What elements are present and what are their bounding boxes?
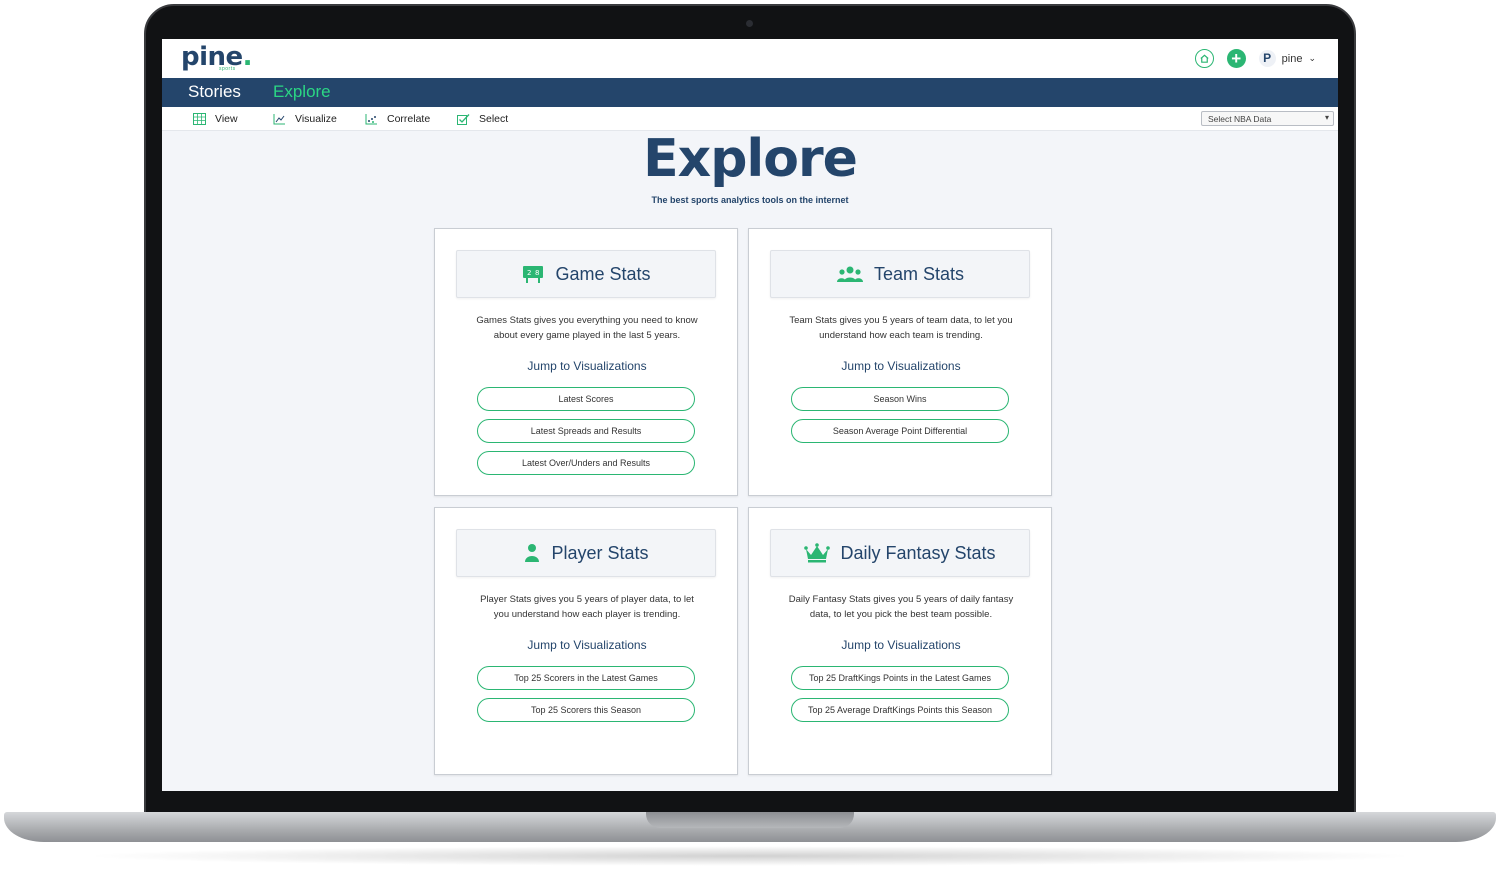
- subnav-view[interactable]: View: [193, 113, 238, 125]
- card-game-stats: 28 Game Stats Games Stats gives you ever…: [434, 228, 738, 496]
- svg-text:2: 2: [527, 269, 531, 277]
- latest-spreads-button[interactable]: Latest Spreads and Results: [477, 419, 695, 443]
- card-jump-heading: Jump to Visualizations: [841, 359, 961, 373]
- latest-over-unders-button[interactable]: Latest Over/Unders and Results: [477, 451, 695, 475]
- laptop-notch: [646, 812, 854, 828]
- logo[interactable]: pine.: [181, 42, 253, 72]
- user-name: pine: [1281, 52, 1303, 65]
- top-actions: + P pine ⌄: [1194, 49, 1316, 68]
- laptop-frame: pine. sports + P pine ⌄ Stories Explore: [0, 0, 1500, 874]
- nba-data-select[interactable]: Select NBA Data ▾: [1201, 111, 1334, 126]
- page-subtitle: The best sports analytics tools on the i…: [651, 195, 849, 205]
- top-scorers-season-button[interactable]: Top 25 Scorers this Season: [477, 698, 695, 722]
- top-scorers-latest-button[interactable]: Top 25 Scorers in the Latest Games: [477, 666, 695, 690]
- card-title: Team Stats: [873, 263, 965, 284]
- scatter-icon: [365, 114, 377, 125]
- check-icon: [457, 114, 470, 125]
- person-icon: [525, 544, 540, 562]
- card-description: Team Stats gives you 5 years of team dat…: [789, 315, 1013, 341]
- subnav-correlate[interactable]: Correlate: [365, 113, 430, 125]
- chevron-down-icon: ⌄: [1308, 53, 1316, 63]
- sub-nav: View Visualize Correlate Select Select N…: [162, 107, 1338, 131]
- chevron-down-icon: ▾: [1324, 113, 1329, 122]
- subnav-select[interactable]: Select: [457, 113, 508, 125]
- card-title: Player Stats: [551, 542, 649, 563]
- card-header[interactable]: Player Stats: [456, 529, 716, 577]
- card-title: Game Stats: [555, 263, 651, 284]
- card-header[interactable]: Daily Fantasy Stats: [770, 529, 1030, 577]
- chart-icon: [273, 114, 285, 125]
- home-icon[interactable]: [1194, 49, 1214, 68]
- svg-text:8: 8: [535, 269, 539, 277]
- logo-subtitle: sports: [219, 66, 236, 72]
- camera: [746, 20, 753, 27]
- card-team-stats: Team Stats Team Stats gives you 5 years …: [748, 228, 1052, 496]
- card-daily-fantasy-stats: Daily Fantasy Stats Daily Fantasy Stats …: [748, 507, 1052, 775]
- card-title: Daily Fantasy Stats: [840, 542, 996, 563]
- card-description: Games Stats gives you everything you nee…: [476, 315, 698, 341]
- nav-stories[interactable]: Stories: [188, 82, 241, 102]
- screen: pine. sports + P pine ⌄ Stories Explore: [162, 39, 1338, 791]
- top-draftkings-latest-button[interactable]: Top 25 DraftKings Points in the Latest G…: [791, 666, 1009, 690]
- card-header[interactable]: Team Stats: [770, 250, 1030, 298]
- avatar: P: [1258, 50, 1276, 67]
- team-icon: [836, 266, 863, 282]
- user-menu[interactable]: P pine ⌄: [1258, 50, 1316, 67]
- nav-explore[interactable]: Explore: [273, 82, 331, 102]
- add-icon[interactable]: +: [1226, 49, 1246, 68]
- top-draftkings-season-button[interactable]: Top 25 Average DraftKings Points this Se…: [791, 698, 1009, 722]
- main-nav: Stories Explore: [162, 78, 1338, 107]
- latest-scores-button[interactable]: Latest Scores: [477, 387, 695, 411]
- card-player-stats: Player Stats Player Stats gives you 5 ye…: [434, 507, 738, 775]
- scoreboard-icon: 28: [523, 266, 544, 283]
- card-jump-heading: Jump to Visualizations: [527, 359, 647, 373]
- season-point-differential-button[interactable]: Season Average Point Differential: [791, 419, 1009, 443]
- laptop-shadow: [80, 846, 1420, 866]
- card-jump-heading: Jump to Visualizations: [527, 638, 647, 652]
- card-description: Daily Fantasy Stats gives you 5 years of…: [788, 594, 1014, 620]
- card-description: Player Stats gives you 5 years of player…: [480, 594, 694, 620]
- table-icon: [193, 113, 206, 125]
- top-bar: pine. sports + P pine ⌄: [162, 39, 1338, 78]
- subnav-visualize[interactable]: Visualize: [273, 113, 337, 125]
- crown-icon: [804, 543, 831, 563]
- card-jump-heading: Jump to Visualizations: [841, 638, 961, 652]
- page-title: Explore: [643, 129, 858, 189]
- season-wins-button[interactable]: Season Wins: [791, 387, 1009, 411]
- card-header[interactable]: 28 Game Stats: [456, 250, 716, 298]
